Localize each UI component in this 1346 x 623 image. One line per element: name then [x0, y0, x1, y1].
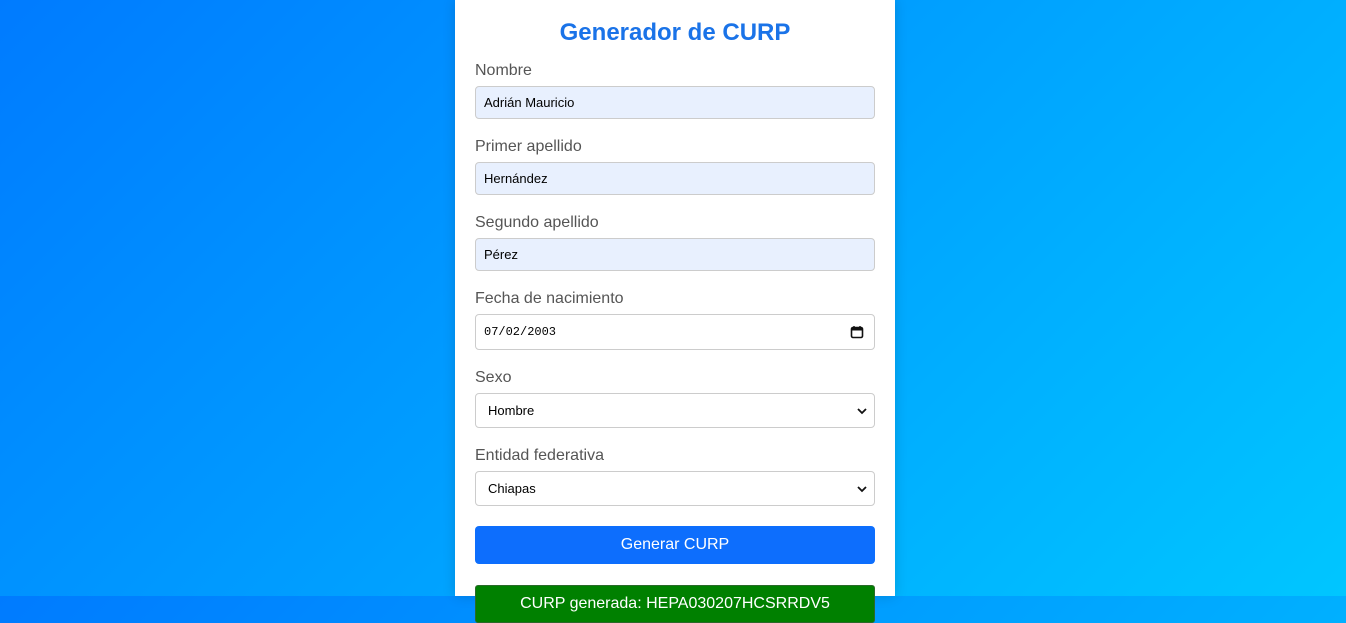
chevron-down-icon	[857, 407, 867, 414]
entidad-label: Entidad federativa	[475, 447, 604, 464]
fecha-value: 07/02/2003	[484, 325, 557, 339]
sexo-group: Sexo Hombre	[475, 368, 875, 428]
sexo-value: Hombre	[488, 403, 535, 418]
curp-form-card: Generador de CURP Nombre Adrián Mauricio…	[455, 0, 895, 623]
segundo-apellido-label: Segundo apellido	[475, 214, 599, 231]
entidad-select[interactable]: Chiapas	[475, 471, 875, 506]
segundo-apellido-input[interactable]: Pérez	[475, 238, 875, 271]
fecha-group: Fecha de nacimiento 07/02/2003	[475, 289, 875, 350]
fecha-label: Fecha de nacimiento	[475, 290, 624, 307]
segundo-apellido-group: Segundo apellido Pérez	[475, 213, 875, 271]
entidad-value: Chiapas	[488, 481, 536, 496]
fecha-nacimiento-input[interactable]: 07/02/2003	[475, 314, 875, 350]
nombre-input[interactable]: Adrián Mauricio	[475, 86, 875, 119]
primer-apellido-input[interactable]: Hernández	[475, 162, 875, 195]
nombre-label: Nombre	[475, 62, 532, 79]
entidad-group: Entidad federativa Chiapas	[475, 446, 875, 506]
curp-result: CURP generada: HEPA030207HCSRRDV5	[475, 585, 875, 623]
primer-apellido-group: Primer apellido Hernández	[475, 137, 875, 195]
primer-apellido-label: Primer apellido	[475, 138, 582, 155]
generar-curp-button[interactable]: Generar CURP	[475, 526, 875, 564]
calendar-icon[interactable]	[850, 325, 864, 339]
nombre-group: Nombre Adrián Mauricio	[475, 61, 875, 119]
chevron-down-icon	[857, 485, 867, 492]
sexo-select[interactable]: Hombre	[475, 393, 875, 428]
page-title: Generador de CURP	[559, 19, 791, 46]
sexo-label: Sexo	[475, 369, 512, 386]
